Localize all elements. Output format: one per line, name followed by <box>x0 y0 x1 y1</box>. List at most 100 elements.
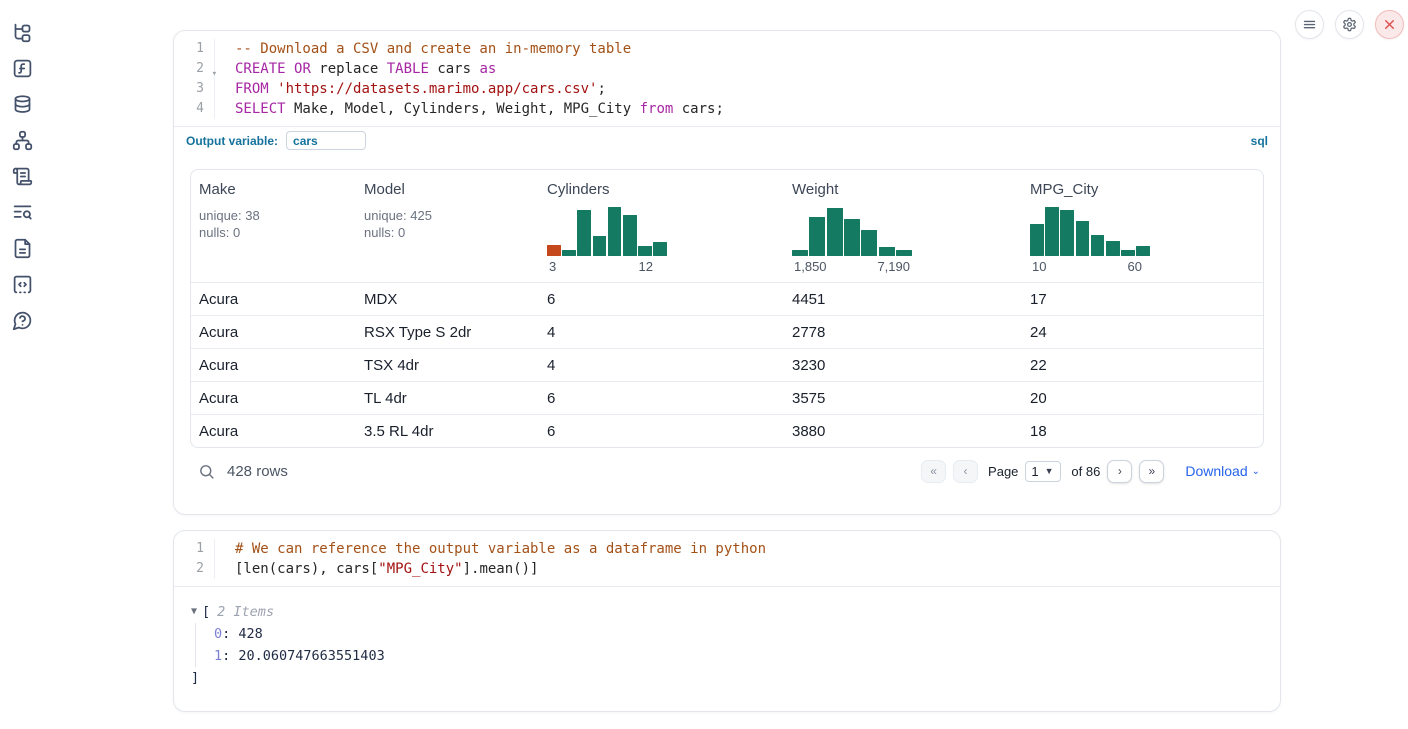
histogram-bar <box>1121 250 1135 256</box>
chevron-down-icon[interactable]: ▼ <box>191 601 197 623</box>
close-icon[interactable] <box>1375 10 1404 39</box>
dependency-graph-icon[interactable] <box>10 128 34 152</box>
last-page-button[interactable]: » <box>1139 460 1164 483</box>
line-number: 1 <box>174 539 208 559</box>
logs-search-icon[interactable] <box>10 200 34 224</box>
search-icon[interactable] <box>198 463 215 480</box>
line-number: 2 <box>174 559 208 579</box>
column-header-model[interactable]: Modelunique: 425nulls: 0 <box>356 170 539 282</box>
table-cell: 18 <box>1022 423 1263 440</box>
column-histogram[interactable] <box>547 204 667 256</box>
page-select[interactable]: 1 ▼ <box>1025 461 1061 482</box>
chevron-down-icon: ▼ <box>1045 466 1054 476</box>
sql-output-section: Makeunique: 38nulls: 0Modelunique: 425nu… <box>174 154 1280 488</box>
fold-chevron-icon[interactable]: ▾ <box>212 64 217 84</box>
code-text: -- Download a CSV and create an in-memor… <box>214 39 631 59</box>
code-line[interactable]: 1 -- Download a CSV and create an in-memo… <box>174 39 1280 59</box>
download-label: Download <box>1185 463 1247 479</box>
page-select-value: 1 <box>1031 464 1038 479</box>
column-name: MPG_City <box>1030 181 1255 198</box>
histogram-bar <box>861 230 877 256</box>
table-cell: 4 <box>539 324 784 341</box>
output-variable-input[interactable]: cars <box>286 131 366 150</box>
table-row[interactable]: AcuraTSX 4dr4323022 <box>191 348 1263 381</box>
histogram-bar <box>844 219 860 256</box>
tree-header: ▼ [ 2 Items <box>191 601 1264 623</box>
page-label: Page <box>988 464 1018 479</box>
column-header-mpg_city[interactable]: MPG_City 10 60 <box>1022 170 1263 282</box>
table-row[interactable]: Acura3.5 RL 4dr6388018 <box>191 414 1263 447</box>
table-cell: Acura <box>191 291 356 308</box>
code-line[interactable]: 2▾CREATE OR replace TABLE cars as <box>174 59 1280 79</box>
table-cell: 24 <box>1022 324 1263 341</box>
histogram-bar <box>562 250 576 256</box>
gear-icon[interactable] <box>1335 10 1364 39</box>
histogram-max-label: 60 <box>1128 259 1142 274</box>
histogram-bar <box>593 236 607 256</box>
line-number: 1 <box>174 39 208 59</box>
first-page-button[interactable]: « <box>921 460 946 483</box>
code-line[interactable]: 3FROM 'https://datasets.marimo.app/cars.… <box>174 79 1280 99</box>
line-number: 4 <box>174 99 208 119</box>
download-button[interactable]: Download ⌄ <box>1185 463 1260 479</box>
column-name: Model <box>364 181 531 198</box>
tree-entry-key: 1 <box>214 648 222 664</box>
histogram-bar <box>896 250 912 256</box>
tree-entry-value: : 428 <box>222 626 263 642</box>
code-line[interactable]: 2 [len(cars), cars["MPG_City"].mean()] <box>174 559 1280 579</box>
histogram-bar <box>1076 221 1090 256</box>
prev-page-button[interactable]: ‹ <box>953 460 978 483</box>
histogram-bar <box>1060 210 1074 256</box>
row-count: 428 rows <box>227 463 288 480</box>
functions-icon[interactable] <box>10 56 34 80</box>
code-text: CREATE OR replace TABLE cars as <box>214 59 496 79</box>
code-line[interactable]: 1# We can reference the output variable … <box>174 539 1280 559</box>
code-line[interactable]: 4 SELECT Make, Model, Cylinders, Weight, … <box>174 99 1280 119</box>
histogram-bar <box>577 210 591 256</box>
histogram-min-label: 3 <box>549 259 556 274</box>
datasources-icon[interactable] <box>10 92 34 116</box>
code-text: [len(cars), cars["MPG_City"].mean()] <box>214 559 538 579</box>
table-cell: 20 <box>1022 390 1263 407</box>
histogram-bar <box>809 217 825 256</box>
file-tree-icon[interactable] <box>10 20 34 44</box>
tree-entry: 1: 20.060747663551403 <box>214 645 1264 667</box>
data-table: Makeunique: 38nulls: 0Modelunique: 425nu… <box>190 169 1264 448</box>
snippets-icon[interactable] <box>10 272 34 296</box>
table-cell: 6 <box>539 291 784 308</box>
table-body: AcuraMDX6445117AcuraRSX Type S 2dr427782… <box>191 282 1263 447</box>
column-histogram[interactable] <box>792 204 912 256</box>
column-header-cylinders[interactable]: Cylinders312 <box>539 170 784 282</box>
output-variable-row: Output variable: cars sql <box>174 126 1280 154</box>
table-row[interactable]: AcuraMDX6445117 <box>191 282 1263 315</box>
histogram-bar <box>653 242 667 256</box>
help-icon[interactable] <box>10 308 34 332</box>
column-header-weight[interactable]: Weight1,8507,190 <box>784 170 1022 282</box>
histogram-bar <box>608 207 622 256</box>
python-output-tree: ▼ [ 2 Items 0: 4281: 20.060747663551403 … <box>174 587 1280 689</box>
histogram-bar <box>623 215 637 256</box>
python-code-editor[interactable]: 1# We can reference the output variable … <box>174 531 1280 587</box>
next-page-button[interactable]: › <box>1107 460 1132 483</box>
histogram-max-label: 7,190 <box>877 259 910 274</box>
table-cell: Acura <box>191 423 356 440</box>
column-unique-stat: unique: 38 <box>199 207 348 224</box>
table-row[interactable]: AcuraTL 4dr6357520 <box>191 381 1263 414</box>
language-badge: sql <box>1251 134 1268 148</box>
scratchpad-icon[interactable] <box>10 164 34 188</box>
code-text: SELECT Make, Model, Cylinders, Weight, M… <box>214 99 724 119</box>
table-cell: 17 <box>1022 291 1263 308</box>
table-cell: 4451 <box>784 291 1022 308</box>
table-footer: 428 rows « ‹ Page 1 ▼ of 86 › » Download… <box>190 454 1264 488</box>
sql-code-editor[interactable]: 1 -- Download a CSV and create an in-memo… <box>174 31 1280 126</box>
column-histogram[interactable] <box>1030 204 1150 256</box>
column-header-make[interactable]: Makeunique: 38nulls: 0 <box>191 170 356 282</box>
histogram-min-label: 1,850 <box>794 259 827 274</box>
hamburger-menu-icon[interactable] <box>1295 10 1324 39</box>
chevron-down-icon: ⌄ <box>1252 466 1260 477</box>
documentation-icon[interactable] <box>10 236 34 260</box>
histogram-max-label: 12 <box>639 259 653 274</box>
sql-cell: 1 -- Download a CSV and create an in-memo… <box>173 30 1281 515</box>
table-row[interactable]: AcuraRSX Type S 2dr4277824 <box>191 315 1263 348</box>
histogram-min-label: 10 <box>1032 259 1046 274</box>
